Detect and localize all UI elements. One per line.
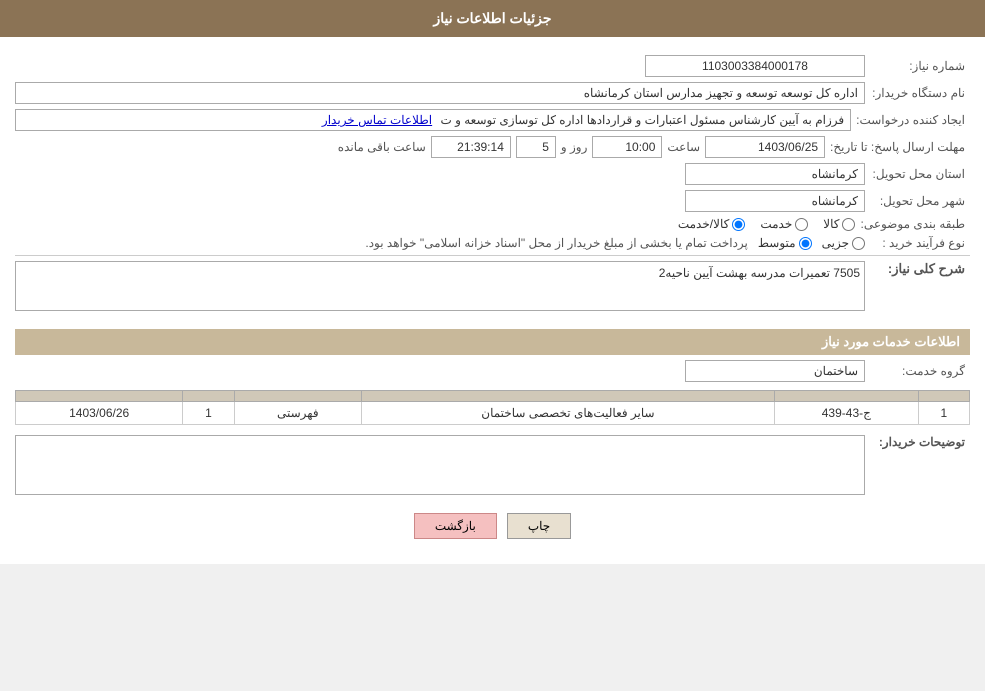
tosif-textarea[interactable] (15, 435, 865, 495)
sharh-textarea[interactable] (15, 261, 865, 311)
tabaqe-label: طبقه بندی موضوعی: (860, 217, 970, 231)
col-vahed (234, 391, 361, 402)
deadline-time: 10:00 (592, 136, 662, 158)
mohlat-label: مهلت ارسال پاسخ: تا تاریخ: (830, 140, 970, 154)
ijad-label: ایجاد کننده درخواست: (856, 113, 970, 127)
baqi-label: ساعت باقی مانده (338, 140, 426, 154)
radio-khedmat[interactable]: خدمت (760, 217, 808, 231)
tosif-label: توضیحات خریدار: (870, 435, 970, 449)
page-title: جزئیات اطلاعات نیاز (433, 10, 551, 26)
radio-kala-input[interactable] (842, 218, 855, 231)
radio-kala-khedmat[interactable]: کالا/خدمت (678, 217, 745, 231)
shomara-value: 1103003384000178 (645, 55, 865, 77)
col-tedad (183, 391, 234, 402)
radio-kala[interactable]: کالا (823, 217, 855, 231)
page-header: جزئیات اطلاعات نیاز (0, 0, 985, 37)
col-radif (918, 391, 969, 402)
rooz-label: روز و (561, 140, 588, 154)
services-table-container: 1ج-43-439سایر فعالیت‌های تخصصی ساختمانفه… (15, 390, 970, 425)
name-dastgah-label: نام دستگاه خریدار: (870, 86, 970, 100)
process-motawaset[interactable]: متوسط (758, 236, 812, 250)
table-cell: ج-43-439 (775, 402, 919, 425)
process-jozi[interactable]: جزیی (822, 236, 865, 250)
table-cell: 1 (183, 402, 234, 425)
radio-khedmat-input[interactable] (795, 218, 808, 231)
ijad-value: فرزام به آیین کارشناس مسئول اعتبارات و ق… (15, 109, 851, 131)
motawaset-label: متوسط (758, 236, 796, 250)
jozi-label: جزیی (822, 236, 849, 250)
table-cell: 1 (918, 402, 969, 425)
kala-label: کالا (823, 217, 839, 231)
col-tarikh (16, 391, 183, 402)
services-table: 1ج-43-439سایر فعالیت‌های تخصصی ساختمانفه… (15, 390, 970, 425)
table-cell: 1403/06/26 (16, 402, 183, 425)
deadline-date: 1403/06/25 (705, 136, 825, 158)
shahr-value: کرمانشاه (685, 190, 865, 212)
days-remaining: 5 (516, 136, 556, 158)
table-cell: سایر فعالیت‌های تخصصی ساختمان (361, 402, 774, 425)
name-dastgah-value: اداره کل توسعه توسعه و تجهیز مدارس استان… (15, 82, 865, 104)
khadamat-section-title: اطلاعات خدمات مورد نیاز (15, 329, 970, 355)
kala-khedmat-label: کالا/خدمت (678, 217, 729, 231)
col-name (361, 391, 774, 402)
action-buttons: چاپ بازگشت (15, 513, 970, 539)
time-label: ساعت (667, 140, 700, 154)
table-cell: فهرستی (234, 402, 361, 425)
process-group: جزیی متوسط پرداخت تمام یا بخشی از مبلغ خ… (365, 236, 865, 250)
sharh-label: شرح کلی نیاز: (870, 261, 970, 277)
group-label: گروه خدمت: (870, 364, 970, 378)
print-button[interactable]: چاپ (507, 513, 571, 539)
tabaqe-group: کالا خدمت کالا/خدمت (678, 217, 856, 231)
radio-jozi-input[interactable] (852, 237, 865, 250)
col-kod (775, 391, 919, 402)
contact-link[interactable]: اطلاعات تماس خریدار (322, 113, 432, 127)
shomara-label: شماره نیاز: (870, 59, 970, 73)
timer-value: 21:39:14 (431, 136, 511, 158)
farayand-label: نوع فرآیند خرید : (870, 236, 970, 250)
ostan-value: کرمانشاه (685, 163, 865, 185)
table-row: 1ج-43-439سایر فعالیت‌های تخصصی ساختمانفه… (16, 402, 970, 425)
shahr-label: شهر محل تحویل: (870, 194, 970, 208)
back-button[interactable]: بازگشت (414, 513, 497, 539)
radio-kala-khedmat-input[interactable] (732, 218, 745, 231)
group-value: ساختمان (685, 360, 865, 382)
farayand-description: پرداخت تمام یا بخشی از مبلغ خریدار از مح… (365, 236, 748, 250)
radio-motawaset-input[interactable] (799, 237, 812, 250)
ostan-label: استان محل تحویل: (870, 167, 970, 181)
khedmat-label: خدمت (760, 217, 792, 231)
